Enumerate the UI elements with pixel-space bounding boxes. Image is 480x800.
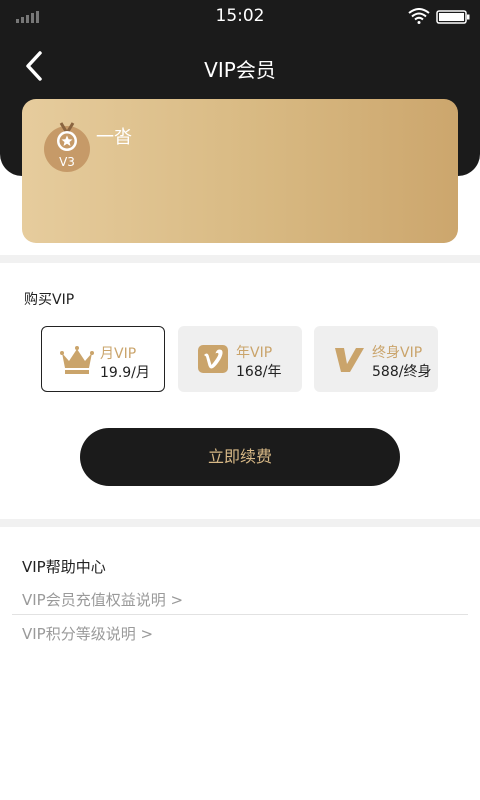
plan-monthly[interactable]: 月VIP 19.9/月 — [41, 326, 165, 392]
plan-name: 年VIP — [236, 345, 273, 361]
crown-icon — [60, 346, 94, 374]
plan-name: 终身VIP — [372, 345, 423, 361]
username: 一沓 — [96, 127, 132, 148]
purchase-section-title: 购买VIP — [24, 292, 75, 308]
help-link-points-level[interactable]: VIP积分等级说明 > — [22, 623, 153, 644]
wifi-icon — [408, 8, 430, 24]
page-title: VIP会员 — [204, 58, 276, 82]
plan-price: 588/终身 — [372, 364, 432, 380]
help-link-vip-benefits[interactable]: VIP会员充值权益说明 > — [22, 589, 183, 610]
renew-button[interactable]: 立即续费 — [80, 428, 400, 486]
plan-yearly[interactable]: 年VIP 168/年 — [178, 326, 302, 392]
section-divider — [0, 519, 480, 527]
medal-badge-icon: V3 — [44, 122, 90, 172]
vip-card: V3 一沓 — [22, 99, 458, 243]
plan-lifetime[interactable]: 终身VIP 588/终身 — [314, 326, 438, 392]
vimeo-v-icon — [198, 345, 228, 373]
list-divider — [12, 614, 468, 615]
plan-price: 19.9/月 — [100, 365, 150, 381]
plan-price: 168/年 — [236, 364, 282, 380]
status-bar: 15:02 — [0, 0, 480, 34]
v-logo-icon — [335, 348, 364, 372]
medal-level: V3 — [59, 155, 75, 169]
plan-name: 月VIP — [100, 346, 137, 362]
battery-icon — [436, 10, 470, 24]
section-divider — [0, 255, 480, 263]
help-center-title: VIP帮助中心 — [22, 558, 106, 576]
